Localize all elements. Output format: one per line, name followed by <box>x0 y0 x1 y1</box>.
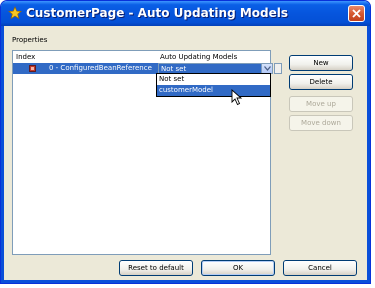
combo-value: Not set <box>161 65 187 73</box>
window-border-bottom <box>1 280 370 283</box>
mouse-cursor-icon <box>231 89 243 106</box>
window-border-right <box>367 26 370 283</box>
move-up-button[interactable]: Move up <box>289 96 353 112</box>
close-button[interactable] <box>348 5 365 22</box>
combo-dropdown-list: Not set customerModel <box>156 73 271 97</box>
cancel-button[interactable]: Cancel <box>283 260 357 276</box>
window-title: CustomerPage - Auto Updating Models <box>26 6 289 20</box>
column-header-auto-updating-models[interactable]: Auto Updating Models <box>160 53 237 61</box>
move-down-button[interactable]: Move down <box>289 115 353 131</box>
chevron-down-icon <box>264 66 271 71</box>
title-bar[interactable]: CustomerPage - Auto Updating Models <box>1 1 370 26</box>
window-border-left <box>1 26 4 283</box>
app-icon <box>8 6 22 20</box>
bean-reference-icon <box>29 65 36 72</box>
ok-button[interactable]: OK <box>201 260 275 276</box>
dropdown-option-not-set[interactable]: Not set <box>157 74 270 85</box>
close-icon <box>352 9 361 18</box>
dropdown-option-customer-model[interactable]: customerModel <box>157 85 270 96</box>
table-header: Index Auto Updating Models <box>13 51 270 63</box>
reset-to-default-button[interactable]: Reset to default <box>119 260 193 276</box>
ellipsis-button[interactable] <box>274 63 282 74</box>
column-header-index[interactable]: Index <box>16 53 35 61</box>
row-name: 0 - ConfiguredBeanReference <box>49 64 152 72</box>
properties-label: Properties <box>12 36 48 44</box>
combo-dropdown-button[interactable] <box>261 64 272 73</box>
new-button[interactable]: New <box>289 55 353 71</box>
dialog-window: CustomerPage - Auto Updating Models Prop… <box>0 0 371 284</box>
delete-button[interactable]: Delete <box>289 74 353 90</box>
